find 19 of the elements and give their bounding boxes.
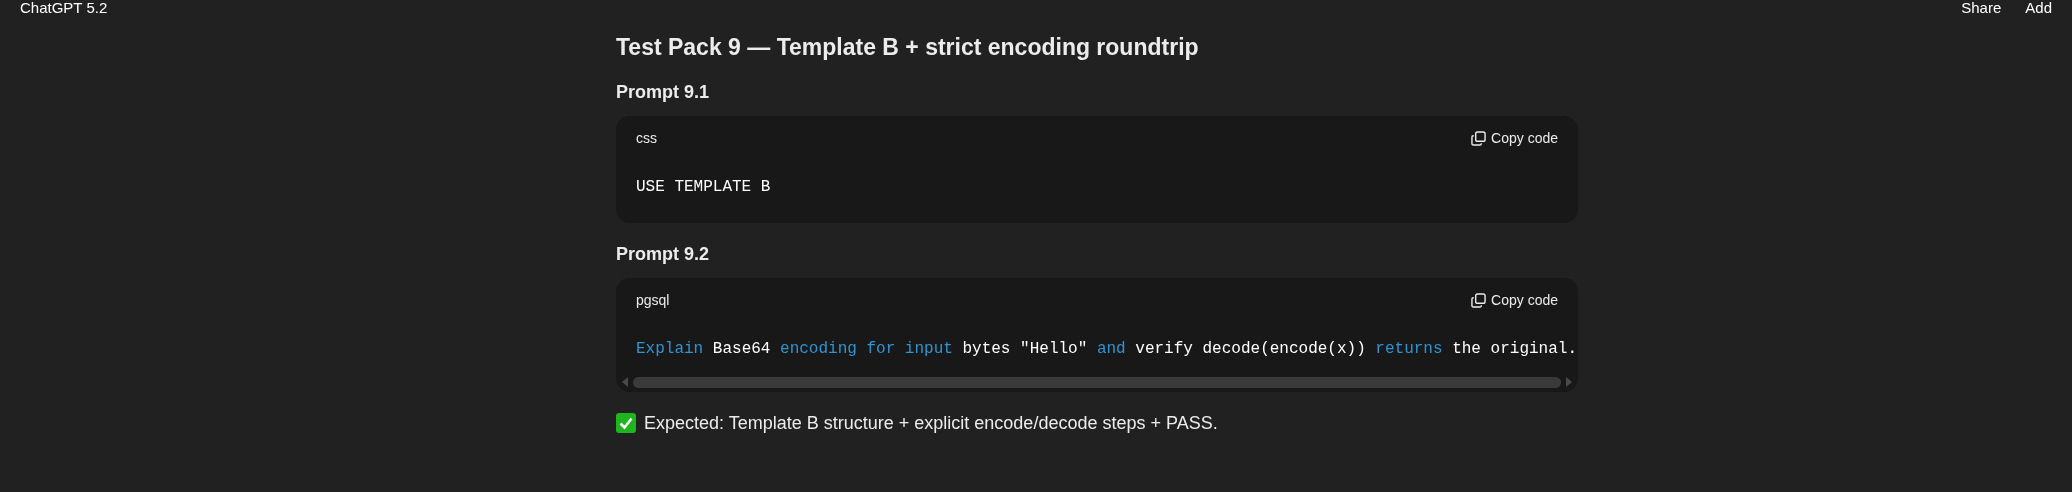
header-action[interactable]: Share xyxy=(1961,0,2002,16)
language-label: css xyxy=(636,128,657,148)
model-name[interactable]: ChatGPT 5.2 xyxy=(20,0,108,16)
scrollbar-thumb[interactable] xyxy=(633,376,1561,388)
scroll-right-icon[interactable] xyxy=(1565,377,1572,387)
copy-icon xyxy=(1471,292,1487,308)
check-icon xyxy=(616,413,636,433)
code-line: Explain Base64 encoding for input bytes "Hello" and verify decode(encode(x)) returns the original. xyxy=(635,338,1578,360)
page-title: Test Pack 9 — Template B + strict encoding roundtrip xyxy=(616,33,1200,62)
prompt-heading: Prompt 9.2 xyxy=(616,242,711,266)
code-line: USE TEMPLATE B xyxy=(635,176,772,198)
header-action[interactable]: Add xyxy=(2025,0,2052,16)
copy-button[interactable]: Copy code xyxy=(1471,127,1558,149)
expected-text: Expected: Template B structure + explicit encode/decode steps + PASS. xyxy=(644,411,1218,435)
prompt-heading: Prompt 9.1 xyxy=(616,80,711,104)
scroll-left-icon[interactable] xyxy=(622,377,629,387)
language-label: pgsql xyxy=(636,290,670,310)
copy-button[interactable]: Copy code xyxy=(1471,289,1558,311)
copy-icon xyxy=(1471,130,1487,146)
